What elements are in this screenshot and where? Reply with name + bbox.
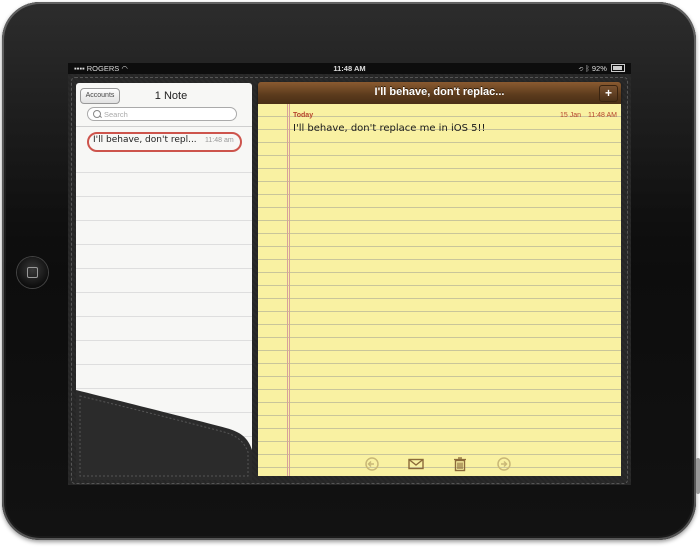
status-right: ⟲ ᛒ 92% bbox=[579, 63, 625, 74]
search-icon bbox=[93, 110, 101, 118]
trash-icon[interactable] bbox=[452, 456, 468, 472]
list-item[interactable]: I'll behave, don't repl... 11:48 am bbox=[87, 132, 242, 152]
note-header-title: I'll behave, don't replac... bbox=[374, 86, 505, 98]
note-date: 15 Jan bbox=[559, 112, 581, 119]
status-time: 11:48 AM bbox=[333, 64, 366, 73]
note-paper[interactable]: Today 15 Jan 11:48 AM I'll behave, don't… bbox=[258, 104, 621, 476]
home-button[interactable] bbox=[17, 257, 48, 288]
previous-icon[interactable] bbox=[364, 456, 380, 472]
note-day-label: Today bbox=[293, 112, 314, 119]
notes-count-title: 1 Note bbox=[154, 90, 188, 102]
battery-percent: 92% bbox=[591, 64, 607, 73]
mail-icon[interactable] bbox=[408, 456, 424, 472]
home-square-icon bbox=[27, 267, 38, 278]
accounts-button[interactable]: Accounts bbox=[80, 88, 120, 104]
note-header: I'll behave, don't replac... + bbox=[258, 82, 621, 104]
list-item-title: I'll behave, don't repl... bbox=[93, 135, 197, 145]
bluetooth-icon: ᛒ bbox=[585, 64, 590, 73]
search-input[interactable] bbox=[104, 108, 224, 120]
note-time: 11:48 AM bbox=[587, 112, 617, 119]
add-note-button[interactable]: + bbox=[599, 85, 618, 102]
screen: ▪▪▪▪ ROGERS ◠ 11:48 AM ⟲ ᛒ 92% Accounts … bbox=[68, 63, 631, 485]
rotation-lock-icon: ⟲ bbox=[578, 64, 584, 73]
margin-line bbox=[287, 104, 288, 476]
list-divider bbox=[76, 126, 252, 127]
side-button[interactable] bbox=[696, 458, 700, 494]
status-bar: ▪▪▪▪ ROGERS ◠ 11:48 AM ⟲ ᛒ 92% bbox=[68, 63, 631, 74]
next-icon[interactable] bbox=[496, 456, 512, 472]
margin-line bbox=[289, 104, 290, 476]
list-item-time: 11:48 am bbox=[205, 137, 234, 144]
battery-icon bbox=[611, 64, 625, 72]
note-body-text[interactable]: I'll behave, don't replace me in iOS 5!! bbox=[293, 123, 486, 134]
search-box[interactable] bbox=[87, 107, 237, 121]
note-toolbar bbox=[258, 453, 621, 475]
leather-pocket bbox=[76, 390, 252, 480]
